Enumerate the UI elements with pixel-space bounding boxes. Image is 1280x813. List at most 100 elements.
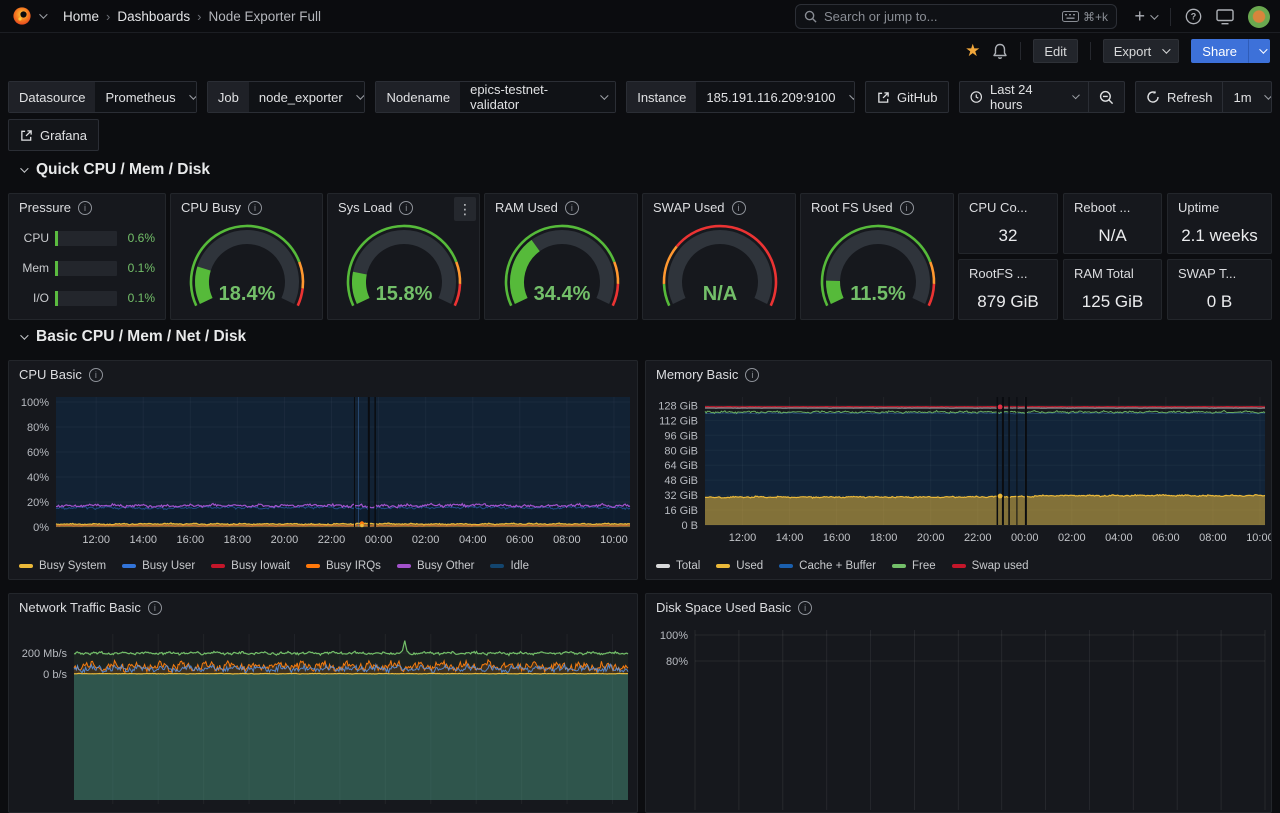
variables-bar: Datasource Prometheus Job node_exporter …: [8, 81, 1272, 113]
panel-title[interactable]: Sys Load: [338, 200, 392, 215]
panel-pressure: Pressurei CPU 0.6% Mem 0.1% I/O 0.1%: [8, 193, 166, 320]
chevron-down-icon: [849, 91, 855, 99]
svg-text:34.4%: 34.4%: [534, 283, 591, 305]
info-icon[interactable]: i: [565, 201, 579, 215]
panel-menu-kebab-icon[interactable]: ⋮: [454, 197, 476, 221]
favorite-star-button[interactable]: ★: [965, 41, 980, 61]
panel-title[interactable]: CPU Busy: [181, 200, 241, 215]
alert-bell-button[interactable]: [992, 43, 1008, 60]
panel-title[interactable]: RootFS ...: [969, 266, 1028, 281]
monitor-icon: [1216, 9, 1234, 25]
panel-root-fs-used: Root FS Usedi 11.5%: [800, 193, 954, 320]
legend-item[interactable]: Busy Other: [397, 560, 475, 572]
legend-item[interactable]: Busy System: [19, 560, 106, 572]
svg-text:02:00: 02:00: [1058, 532, 1086, 544]
legend-item[interactable]: Used: [716, 560, 763, 572]
variable-label: Datasource: [9, 82, 95, 112]
share-menu-button[interactable]: [1248, 39, 1270, 63]
variable-value-dropdown[interactable]: node_exporter: [249, 82, 366, 112]
new-button[interactable]: +: [1134, 6, 1156, 27]
svg-text:0 b/s: 0 b/s: [43, 669, 67, 681]
info-icon[interactable]: i: [745, 368, 759, 382]
panel-title[interactable]: Uptime: [1178, 200, 1219, 215]
svg-text:18.4%: 18.4%: [219, 283, 276, 305]
panel-title[interactable]: RAM Total: [1074, 266, 1134, 281]
refresh-button[interactable]: Refresh: [1136, 82, 1223, 112]
svg-text:16:00: 16:00: [823, 532, 851, 544]
grafana-logo[interactable]: [12, 6, 32, 26]
pressure-row-value: 0.6%: [123, 231, 155, 245]
info-icon[interactable]: i: [900, 201, 914, 215]
export-button[interactable]: Export: [1103, 39, 1180, 63]
grafana-link-button[interactable]: Grafana: [8, 119, 99, 151]
section-basic-cpu-mem-net-disk[interactable]: Basic CPU / Mem / Net / Disk: [18, 328, 246, 346]
svg-text:14:00: 14:00: [776, 532, 804, 544]
svg-text:128 GiB: 128 GiB: [658, 400, 698, 412]
legend-item[interactable]: Busy User: [122, 560, 195, 572]
info-icon[interactable]: i: [732, 201, 746, 215]
legend-item[interactable]: Cache + Buffer: [779, 560, 876, 572]
panel-title[interactable]: Disk Space Used Basic: [656, 600, 791, 615]
info-icon[interactable]: i: [798, 601, 812, 615]
legend-item[interactable]: Idle: [490, 560, 529, 572]
legend-label: Free: [912, 560, 936, 572]
search-shortcut: ⌘+k: [1083, 10, 1108, 24]
legend-item[interactable]: Total: [656, 560, 700, 572]
chevron-down-icon: [1264, 91, 1272, 99]
zoom-out-time-button[interactable]: [1088, 82, 1124, 112]
panel-title[interactable]: Network Traffic Basic: [19, 600, 141, 615]
github-link-button[interactable]: GitHub: [865, 81, 949, 113]
panel-title[interactable]: CPU Basic: [19, 367, 82, 382]
edit-button[interactable]: Edit: [1033, 39, 1077, 63]
refresh-interval-dropdown[interactable]: 1m: [1222, 82, 1272, 112]
org-switcher-chevron-icon[interactable]: [39, 10, 47, 18]
divider: [1020, 42, 1021, 60]
variable-value-dropdown[interactable]: epics-testnet-validator: [460, 82, 615, 112]
search-input[interactable]: Search or jump to... ⌘+k: [795, 4, 1117, 29]
legend-item[interactable]: Free: [892, 560, 936, 572]
variable-value-dropdown[interactable]: 185.191.116.209:9100: [696, 82, 855, 112]
panel-network-traffic-basic: Network Traffic Basic i 200 Mb/s0 b/s: [8, 593, 638, 813]
variable-value-dropdown[interactable]: Prometheus: [95, 82, 196, 112]
panel-title[interactable]: CPU Co...: [969, 200, 1028, 215]
panel-title[interactable]: Reboot ...: [1074, 200, 1130, 215]
cpu-busy-gauge: 18.4%: [172, 224, 322, 318]
info-icon[interactable]: i: [399, 201, 413, 215]
panel-title[interactable]: SWAP T...: [1178, 266, 1236, 281]
news-button[interactable]: [1216, 9, 1234, 25]
legend-item[interactable]: Busy IRQs: [306, 560, 381, 572]
breadcrumb-dashboards[interactable]: Dashboards: [113, 9, 194, 24]
panel-title[interactable]: SWAP Used: [653, 200, 725, 215]
zoom-out-icon: [1099, 90, 1114, 105]
breadcrumb-home[interactable]: Home: [59, 9, 103, 24]
section-quick-cpu-mem-disk[interactable]: Quick CPU / Mem / Disk: [18, 161, 210, 179]
legend-item[interactable]: Swap used: [952, 560, 1029, 572]
panel-title[interactable]: Pressure: [19, 200, 71, 215]
svg-text:22:00: 22:00: [318, 534, 346, 546]
memory-basic-chart[interactable]: 128 GiB112 GiB96 GiB80 GiB64 GiB48 GiB32…: [647, 389, 1271, 549]
svg-text:10:00: 10:00: [1246, 532, 1271, 544]
panel-cpu-busy: CPU Busy i 18.4%: [170, 193, 323, 320]
disk-space-used-basic-chart[interactable]: 100%80%: [647, 622, 1271, 812]
panel-cpu-basic: CPU Basici 100%80%60%40%20%0%12:0014:001…: [8, 360, 638, 580]
info-icon[interactable]: i: [148, 601, 162, 615]
chevron-down-icon: [600, 91, 608, 99]
help-icon: ?: [1185, 8, 1202, 25]
share-button[interactable]: Share: [1191, 39, 1248, 63]
network-traffic-basic-chart[interactable]: 200 Mb/s0 b/s: [10, 622, 636, 812]
panel-title[interactable]: Memory Basic: [656, 367, 738, 382]
search-placeholder: Search or jump to...: [824, 9, 1055, 24]
help-button[interactable]: ?: [1185, 8, 1202, 25]
svg-text:?: ?: [1191, 12, 1196, 22]
info-icon[interactable]: i: [89, 368, 103, 382]
svg-text:18:00: 18:00: [224, 534, 252, 546]
panel-title[interactable]: Root FS Used: [811, 200, 893, 215]
time-range-picker[interactable]: Last 24 hours: [960, 82, 1087, 112]
panel-title[interactable]: RAM Used: [495, 200, 558, 215]
info-icon[interactable]: i: [248, 201, 262, 215]
info-icon[interactable]: i: [78, 201, 92, 215]
cpu-basic-chart[interactable]: 100%80%60%40%20%0%12:0014:0016:0018:0020…: [10, 389, 636, 549]
user-avatar[interactable]: [1248, 6, 1270, 28]
legend-item[interactable]: Busy Iowait: [211, 560, 290, 572]
svg-text:16:00: 16:00: [177, 534, 205, 546]
